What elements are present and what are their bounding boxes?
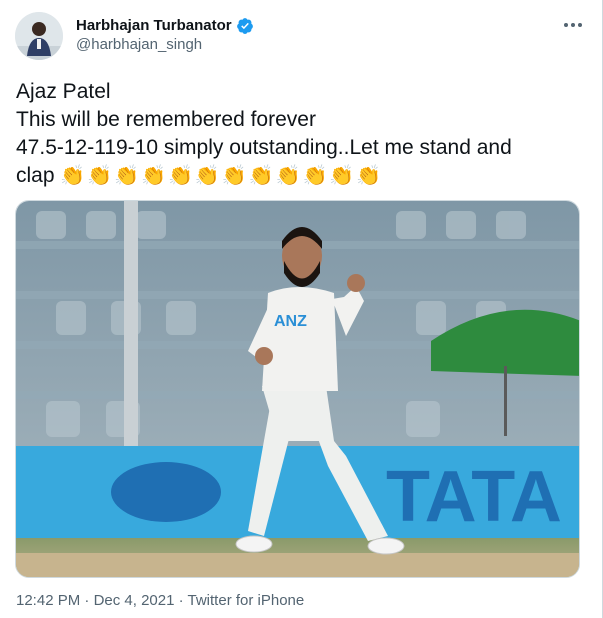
tweet-line: Ajaz Patel <box>16 80 111 103</box>
avatar[interactable] <box>15 12 63 60</box>
meta-separator: · <box>80 592 94 609</box>
jersey-text: ANZ <box>274 313 307 330</box>
display-name[interactable]: Harbhajan Turbanator <box>76 16 232 36</box>
tweet-line: clap <box>16 164 55 187</box>
more-options-icon[interactable] <box>559 14 587 36</box>
tweet-meta: 12:42 PM · Dec 4, 2021 · Twitter for iPh… <box>16 592 304 609</box>
clapping-hands-emoji: 👏👏👏👏👏👏👏👏👏👏👏👏 <box>60 165 384 187</box>
tweet-photo[interactable]: TATA ANZ <box>15 200 580 578</box>
cricket-celebration-photo: TATA ANZ <box>16 201 579 577</box>
tweet-date[interactable]: Dec 4, 2021 <box>94 592 175 609</box>
author-handle[interactable]: @harbhajan_singh <box>76 36 202 53</box>
board-text: TATA <box>386 457 562 537</box>
tweet-line-with-emoji: clap 👏👏👏👏👏👏👏👏👏👏👏👏 <box>16 162 586 190</box>
tweet-text: Ajaz Patel This will be remembered forev… <box>16 78 586 190</box>
tweet-time[interactable]: 12:42 PM <box>16 592 80 609</box>
author-name-row: Harbhajan Turbanator <box>76 16 254 36</box>
tweet-line: 47.5-12-119-10 simply outstanding..Let m… <box>16 136 512 159</box>
tweet-source[interactable]: Twitter for iPhone <box>188 592 305 609</box>
verified-badge-icon <box>236 17 254 35</box>
tweet-line: This will be remembered forever <box>16 108 316 131</box>
tweet-card: Harbhajan Turbanator @harbhajan_singh Aj… <box>0 0 603 618</box>
meta-separator: · <box>174 592 188 609</box>
